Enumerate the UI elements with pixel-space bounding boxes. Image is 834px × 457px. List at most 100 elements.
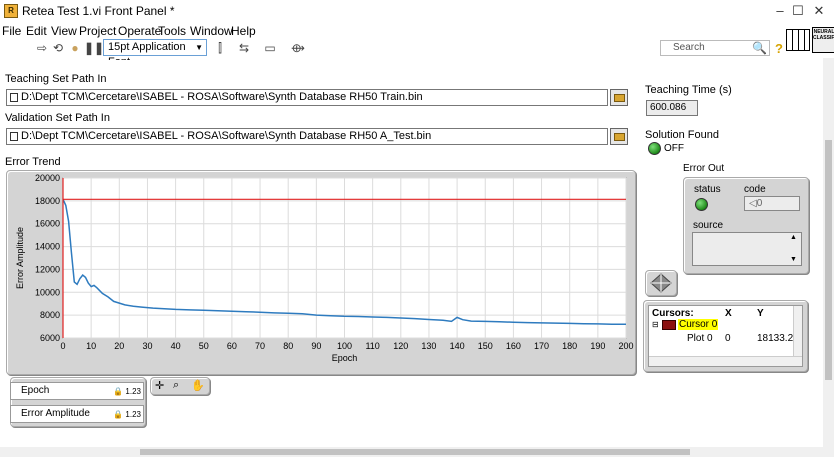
- y-tick-label: 16000: [35, 219, 60, 229]
- cursor-name[interactable]: Cursor 0: [678, 319, 719, 330]
- y-tick-label: 10000: [35, 287, 60, 297]
- x-tick-label: 120: [393, 341, 408, 351]
- cursor-vscroll[interactable]: [793, 306, 802, 356]
- x-tick-label: 140: [450, 341, 465, 351]
- menu-edit[interactable]: Edit: [26, 24, 47, 38]
- code-indicator: ◁0: [744, 196, 800, 211]
- x-tick-label: 190: [590, 341, 605, 351]
- x-tick-label: 130: [421, 341, 436, 351]
- teaching-set-path-input[interactable]: D:\Dept TCM\Cercetare\ISABEL - ROSA\Soft…: [6, 89, 608, 106]
- x-tick-label: 100: [337, 341, 352, 351]
- chevron-down-icon: ▼: [195, 43, 203, 52]
- error-trend-label: Error Trend: [5, 156, 61, 168]
- cursor-legend[interactable]: Cursors: X Y ⊟ Cursor 0 Plot 0 0 18133.2: [648, 305, 803, 367]
- vi-icon[interactable]: NEURAL CLASSIFICATION: [812, 27, 834, 53]
- connector-pane-icon[interactable]: [786, 29, 810, 51]
- solution-found-state: OFF: [664, 143, 684, 154]
- search-icon[interactable]: 🔍: [752, 41, 767, 55]
- toolbar: ⇨ ⟲ ● ❚❚ 15pt Application Font▼ ⫿ ⇆ ▭ ⟴ …: [0, 38, 834, 68]
- menu-project[interactable]: Project: [79, 24, 116, 38]
- menu-view[interactable]: View: [51, 24, 77, 38]
- close-button[interactable]: ✕: [804, 0, 834, 22]
- x-tick-label: 90: [311, 341, 321, 351]
- status-label: status: [694, 184, 721, 195]
- diamond-icon: [650, 273, 672, 293]
- run-arrow-icon[interactable]: ⇨: [34, 40, 50, 56]
- x-tick-label: 160: [506, 341, 521, 351]
- graph-palette-button[interactable]: [645, 270, 677, 296]
- zoom-tool-icon[interactable]: ⌕: [173, 379, 179, 392]
- y-tick-label: 6000: [40, 333, 60, 343]
- x-tick-label: 10: [86, 341, 96, 351]
- align-icon[interactable]: ⫿: [212, 40, 228, 56]
- source-indicator: [692, 232, 802, 266]
- scale-legend-x[interactable]: Epoch 🔒 1.23: [10, 382, 144, 400]
- scale-format-icon[interactable]: 🔒 1.23: [113, 407, 141, 423]
- graph-tools-palette: ✛ ⌕ ✋: [150, 377, 210, 395]
- x-tick-label: 0: [60, 341, 65, 351]
- help-icon[interactable]: ?: [775, 41, 783, 56]
- menu-operate[interactable]: Operate: [118, 24, 161, 38]
- x-tick-label: 70: [255, 341, 265, 351]
- vertical-scrollbar-thumb[interactable]: [825, 140, 832, 380]
- cursor-plot-name: Plot 0: [687, 333, 713, 344]
- x-tick-label: 40: [171, 341, 181, 351]
- y-axis-label: Error Amplitude: [15, 227, 25, 289]
- solution-found-label: Solution Found: [645, 129, 719, 141]
- y-tick-label: 18000: [35, 196, 60, 206]
- x-tick-label: 60: [227, 341, 237, 351]
- teaching-set-label: Teaching Set Path In: [5, 73, 107, 85]
- tree-collapse-icon[interactable]: ⊟: [652, 320, 659, 329]
- file-icon: [10, 132, 18, 141]
- labview-app-icon: R: [4, 4, 18, 18]
- menu-help[interactable]: Help: [231, 24, 256, 38]
- cursor-header-label: Cursors:: [652, 308, 694, 319]
- x-tick-label: 80: [283, 341, 293, 351]
- crosshair-tool-icon[interactable]: ✛: [155, 379, 164, 392]
- folder-icon: [614, 94, 625, 102]
- error-trend-chart[interactable]: 0 10 20 30 40 50 60 70 80 90 100 110 120 130 140 150 160…: [6, 170, 636, 375]
- x-tick-label: 150: [478, 341, 493, 351]
- reorder-icon[interactable]: ⟴: [290, 40, 306, 56]
- source-label: source: [693, 220, 724, 231]
- x-tick-label: 110: [365, 341, 379, 351]
- x-tick-label: 200: [618, 341, 633, 351]
- cursor-y-value[interactable]: 18133.2: [757, 333, 793, 344]
- file-icon: [10, 93, 18, 102]
- horizontal-scrollbar-thumb[interactable]: [140, 449, 690, 455]
- x-tick-label: 50: [199, 341, 209, 351]
- scale-legend-y[interactable]: Error Amplitude 🔒 1.23: [10, 405, 144, 423]
- font-select[interactable]: 15pt Application Font▼: [103, 39, 207, 68]
- window-title: Retea Test 1.vi Front Panel *: [22, 4, 175, 18]
- scale-format-icon[interactable]: 🔒 1.23: [113, 384, 141, 400]
- cursor-header-x: X: [725, 308, 732, 319]
- run-continuous-icon[interactable]: ⟲: [50, 40, 66, 56]
- menu-tools[interactable]: Tools: [158, 24, 186, 38]
- scroll-down-icon[interactable]: ▼: [790, 256, 797, 263]
- scroll-up-icon[interactable]: ▲: [790, 234, 797, 241]
- menu-window[interactable]: Window: [190, 24, 233, 38]
- distribute-icon[interactable]: ⇆: [236, 40, 252, 56]
- validation-set-path-input[interactable]: D:\Dept TCM\Cercetare\ISABEL - ROSA\Soft…: [6, 128, 608, 145]
- y-tick-label: 14000: [35, 242, 60, 252]
- validation-browse-button[interactable]: [610, 128, 628, 145]
- teaching-time-label: Teaching Time (s): [645, 84, 732, 96]
- solution-found-led: [648, 142, 661, 155]
- folder-icon: [614, 133, 625, 141]
- cursor-x-value[interactable]: 0: [725, 333, 731, 344]
- teaching-browse-button[interactable]: [610, 89, 628, 106]
- pan-tool-icon[interactable]: ✋: [191, 379, 205, 392]
- code-label: code: [744, 184, 766, 195]
- cursor-hscroll[interactable]: [649, 356, 802, 366]
- pause-icon[interactable]: ❚❚: [84, 40, 104, 56]
- x-tick-label: 30: [142, 341, 152, 351]
- teaching-time-indicator: 600.086: [646, 100, 698, 116]
- x-tick-label: 170: [534, 341, 549, 351]
- abort-icon[interactable]: ●: [67, 40, 83, 56]
- resize-icon[interactable]: ▭: [262, 40, 278, 56]
- cursor-swatch: [662, 320, 676, 330]
- validation-set-label: Validation Set Path In: [5, 112, 110, 124]
- error-out-cluster: status code ◁0 source ▲ ▼: [683, 177, 809, 274]
- menu-file[interactable]: File: [2, 24, 21, 38]
- y-tick-label: 8000: [40, 310, 60, 320]
